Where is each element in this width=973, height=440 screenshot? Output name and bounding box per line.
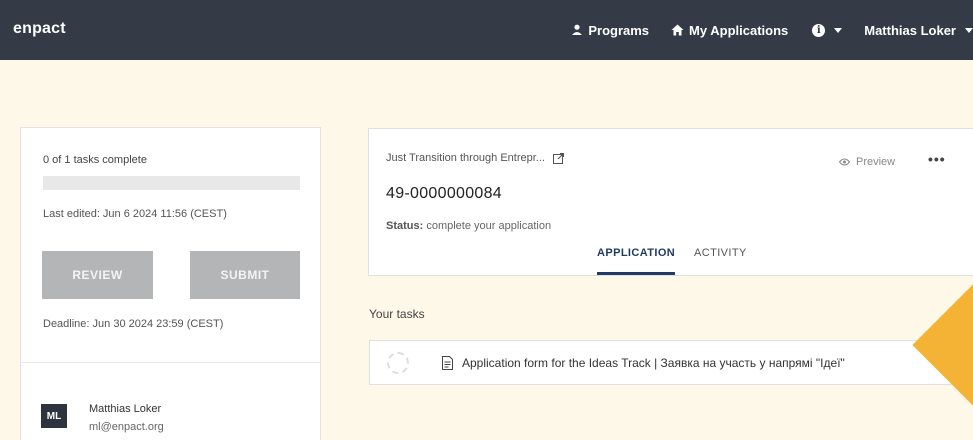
tab-activity[interactable]: ACTIVITY [694,247,747,259]
program-link[interactable]: Just Transition through Entrepr... [386,152,564,164]
application-id: 49-0000000084 [386,185,503,202]
application-summary-panel: 0 of 1 tasks complete Last edited: Jun 6… [20,127,321,440]
help-launcher-decoration[interactable] [912,281,973,409]
more-options-icon[interactable]: ••• [928,151,946,167]
tasks-progress-bar [43,176,300,190]
eye-icon [839,158,850,166]
task-item[interactable]: Application form for the Ideas Track | З… [369,340,973,385]
application-header-card: Just Transition through Entrepr... Previ… [368,128,973,276]
info-menu[interactable]: i [812,23,843,37]
task-label: Application form for the Ideas Track | З… [462,356,845,370]
status-label: Status: [386,220,424,232]
top-navigation-bar: enpact Programs My Applications i Matthi… [0,0,973,60]
nav-programs[interactable]: Programs [571,23,649,38]
nav-my-applications[interactable]: My Applications [671,23,788,38]
submit-button[interactable]: SUBMIT [190,251,300,299]
tab-application[interactable]: APPLICATION [597,247,675,259]
chevron-down-icon [965,27,973,33]
divider [21,362,320,363]
tasks-heading: Your tasks [369,307,425,321]
preview-button[interactable]: Preview [839,156,895,168]
tasks-complete-count: 0 of 1 tasks complete [43,154,147,166]
user-menu[interactable]: Matthias Loker [864,23,973,38]
applicant-name: Matthias Loker [89,403,162,415]
active-tab-indicator [597,272,675,275]
info-icon: i [812,23,826,37]
preview-label: Preview [856,156,896,168]
programs-icon [572,24,583,35]
home-icon [671,24,684,36]
document-icon [442,356,453,370]
user-menu-name: Matthias Loker [864,22,956,38]
last-edited-text: Last edited: Jun 6 2024 11:56 (CEST) [43,208,227,220]
task-status-icon [387,352,409,374]
brand-logo[interactable]: enpact [13,20,66,38]
applicant-email: ml@enpact.org [89,421,164,433]
chevron-down-icon [834,27,843,33]
main-nav: Programs My Applications i Matthias Loke… [571,0,973,60]
nav-programs-label: Programs [588,22,650,38]
nav-my-applications-label: My Applications [689,22,789,38]
application-status: Status: complete your application [386,220,551,232]
avatar: ML [41,404,67,428]
program-name: Just Transition through Entrepr... [386,152,545,164]
external-link-icon [552,152,564,164]
status-value: complete your application [426,220,552,232]
review-button[interactable]: REVIEW [42,251,153,299]
deadline-text: Deadline: Jun 30 2024 23:59 (CEST) [43,318,224,330]
